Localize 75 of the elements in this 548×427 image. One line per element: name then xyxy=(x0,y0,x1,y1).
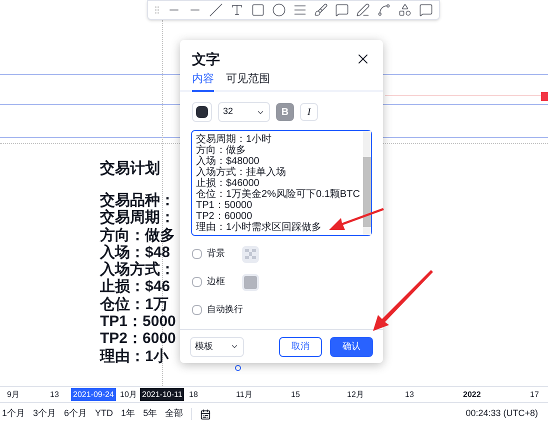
plan-line: TP1：5000 xyxy=(100,313,176,330)
callout-icon[interactable] xyxy=(335,3,349,17)
range-button[interactable]: 3个月 xyxy=(33,407,56,421)
text-line: 仓位：1万美金2%风险可下0.1颗BTC xyxy=(196,189,361,200)
confirm-button[interactable]: 确认 xyxy=(330,336,373,356)
brush-icon[interactable] xyxy=(314,3,328,17)
font-size-select[interactable]: 32 xyxy=(218,102,270,122)
axis-label: 12月 xyxy=(347,389,364,401)
arrow-icon xyxy=(329,208,385,233)
plan-title: 交易计划 xyxy=(100,160,161,178)
plan-line: 交易品种： xyxy=(100,192,176,209)
scrollbar[interactable] xyxy=(363,131,371,235)
axis-label: 2021-10-11 xyxy=(140,388,184,401)
ellipse-icon[interactable] xyxy=(272,3,286,17)
plan-line: 仓位：1万 xyxy=(100,296,170,314)
axis-label: 10月 xyxy=(120,389,137,401)
checkbox[interactable] xyxy=(192,249,202,259)
axis-label: 15 xyxy=(291,389,300,401)
checkbox-label: 背景 xyxy=(207,247,225,260)
chevron-icon xyxy=(230,342,239,351)
plan-line: 交易周期： xyxy=(100,209,176,227)
plan-line: 止损：$46 xyxy=(100,278,172,296)
drag-handle-icon[interactable] xyxy=(152,5,162,15)
text-line: 入场方式：挂单入场 xyxy=(196,167,287,178)
text-line: 入场：$48000 xyxy=(196,156,260,167)
axis-label: 13 xyxy=(405,389,414,401)
plan-line: 入场：$48 xyxy=(100,244,172,261)
axis-label: 11月 xyxy=(236,389,252,401)
range-button[interactable]: 6个月 xyxy=(64,407,88,421)
axis-label: 2022 xyxy=(463,389,481,401)
text-line: TP1：50000 xyxy=(196,200,254,211)
dialog-title: 文字 xyxy=(192,50,220,68)
text-line: 交易周期：1小时 xyxy=(196,134,273,145)
axis-label: 13 xyxy=(50,389,59,401)
checkbox[interactable] xyxy=(192,305,202,315)
curve-icon[interactable] xyxy=(377,3,391,17)
color-picker[interactable] xyxy=(192,102,212,122)
range-button[interactable]: YTD xyxy=(95,407,114,421)
range-button[interactable]: 5年 xyxy=(143,407,158,421)
text-line: 止损：$46000 xyxy=(196,178,260,189)
text-line: TP2：60000 xyxy=(196,211,254,222)
plan-line: 理由：1小 xyxy=(100,348,170,365)
tab[interactable]: 内容 xyxy=(192,70,214,92)
template-select[interactable]: 模板 xyxy=(190,336,244,356)
shapes-icon[interactable] xyxy=(398,3,412,17)
cancel-button[interactable]: 取消 xyxy=(279,336,322,356)
text-line: 理由：1小时需求区回踩做多 xyxy=(196,222,323,233)
pattern-swatch[interactable] xyxy=(242,246,259,262)
text-line: 方向：做多 xyxy=(196,145,247,156)
plan-line: 方向：做多 xyxy=(100,226,176,244)
rectangle-icon[interactable] xyxy=(251,3,265,17)
arrow-icon xyxy=(373,270,434,332)
plan-line: TP2：6000 xyxy=(100,330,176,348)
range-button[interactable]: 全部 xyxy=(165,407,184,421)
checkbox-label: 边框 xyxy=(207,275,225,288)
checkbox-label: 自动换行 xyxy=(207,303,243,316)
axis-label: 18 xyxy=(189,389,198,401)
comment-icon[interactable] xyxy=(419,3,433,17)
text-icon[interactable] xyxy=(230,3,244,17)
lines-icon[interactable] xyxy=(293,3,307,17)
price-marker xyxy=(541,92,548,101)
date-range-icon[interactable] xyxy=(200,408,212,420)
plan-line: 入场方式： xyxy=(100,261,176,278)
italic-button[interactable]: I xyxy=(300,103,318,121)
pen-icon[interactable] xyxy=(356,3,370,17)
trend-line-icon[interactable] xyxy=(209,3,223,17)
axis-label: 9月 xyxy=(7,389,20,401)
range-button[interactable]: 1年 xyxy=(121,407,136,421)
axis-label: 17 xyxy=(530,389,539,401)
range-button[interactable]: 1个月 xyxy=(2,407,26,421)
axis-label: 2021-09-24 xyxy=(71,388,116,401)
checkbox[interactable] xyxy=(192,277,202,287)
clock-text: 00:24:33 (UTC+8) xyxy=(466,407,538,420)
tab[interactable]: 可见范围 xyxy=(226,70,270,92)
color-swatch[interactable] xyxy=(242,274,259,290)
